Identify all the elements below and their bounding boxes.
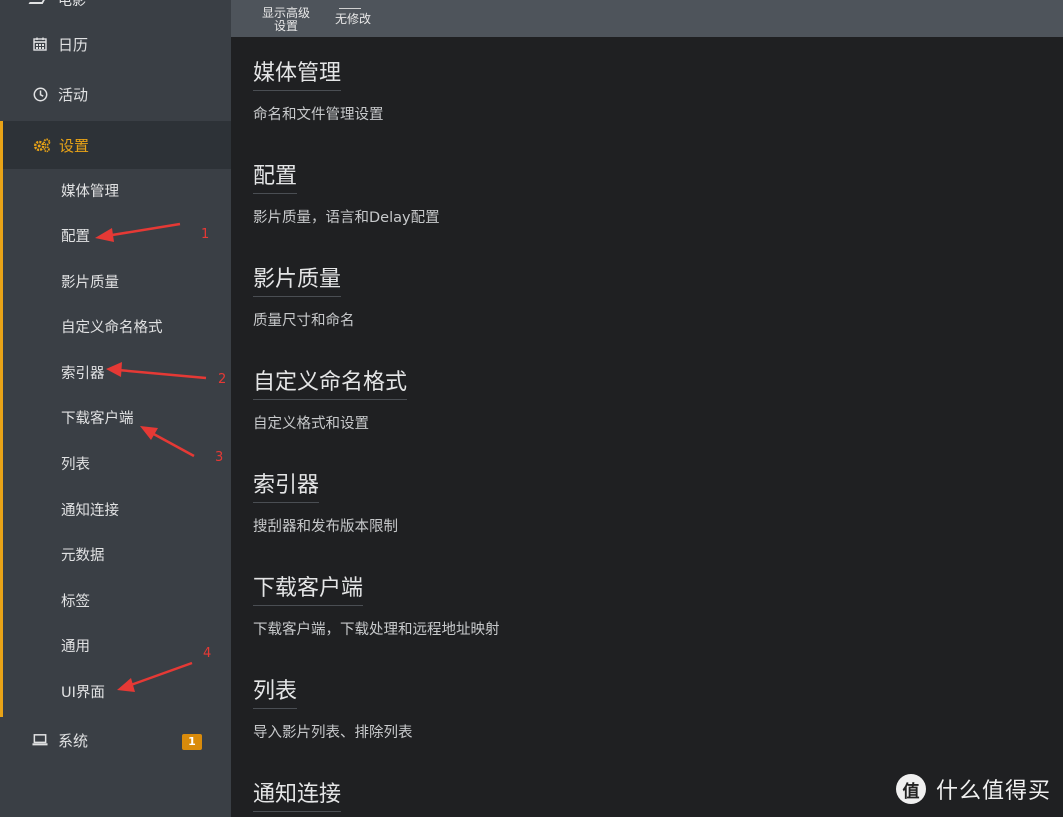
sidebar-item-activity[interactable]: 活动	[0, 70, 231, 118]
show-advanced-label-line2: 设置	[273, 19, 298, 33]
section-description: 搜刮器和发布版本限制	[253, 519, 398, 535]
sidebar-subitem-quality[interactable]: 影片质量	[61, 271, 119, 295]
sidebar-subitem-media-management[interactable]: 媒体管理	[61, 180, 119, 204]
settings-section: 自定义命名格式 自定义格式和设置	[253, 369, 953, 433]
sidebar-item-label: 日历	[58, 35, 89, 54]
settings-group: 设置 媒体管理 配置 影片质量 自定义命名格式 索引器 下载客户端 列表 通知连…	[0, 121, 231, 717]
section-title-link[interactable]: 配置	[253, 163, 298, 194]
section-description: 质量尺寸和命名	[253, 313, 355, 329]
sidebar-item-settings[interactable]: 设置	[0, 121, 231, 169]
toolbar: 显示高级 设置 无修改	[231, 0, 1063, 37]
watermark: 值 什么值得买	[895, 773, 1051, 805]
section-description: 导入影片列表、排除列表	[253, 725, 413, 741]
settings-section: 下载客户端 下载客户端，下载处理和远程地址映射	[253, 575, 953, 639]
show-advanced-button[interactable]: 显示高级 设置	[257, 7, 315, 44]
film-icon	[28, 0, 50, 4]
section-title-link[interactable]: 索引器	[253, 472, 320, 503]
annotation-number: 4	[203, 646, 212, 661]
watermark-text: 什么值得买	[935, 779, 1051, 804]
save-icon	[339, 4, 361, 9]
sidebar-subitem-metadata[interactable]: 元数据	[61, 544, 105, 568]
sidebar-subitem-indexers[interactable]: 索引器	[61, 362, 105, 386]
section-title-link[interactable]: 通知连接	[253, 781, 342, 812]
sidebar-item-label: 系统	[58, 731, 89, 750]
sidebar-subitem-custom-formats[interactable]: 自定义命名格式	[61, 316, 163, 340]
settings-section: 影片质量 质量尺寸和命名	[253, 266, 953, 330]
sidebar-item-label: 活动	[58, 85, 89, 104]
settings-section: 媒体管理 命名和文件管理设置	[253, 60, 953, 124]
section-title-link[interactable]: 下载客户端	[253, 575, 364, 606]
annotation-number: 1	[201, 227, 210, 242]
settings-section: 列表 导入影片列表、排除列表	[253, 678, 953, 742]
settings-section: 通知连接	[253, 781, 953, 812]
section-title-link[interactable]: 影片质量	[253, 266, 342, 297]
sidebar-subitem-tags[interactable]: 标签	[61, 590, 90, 614]
laptop-icon	[32, 732, 48, 748]
sidebar-subitem-connect[interactable]: 通知连接	[61, 499, 119, 523]
annotation-number: 3	[215, 450, 224, 465]
sidebar: 电影 日历 活动 设置 媒体管理 配置 影片质量 自定义命名格式 索引器 下载客…	[0, 0, 231, 817]
section-description: 影片质量，语言和Delay配置	[253, 210, 440, 226]
section-title-link[interactable]: 自定义命名格式	[253, 369, 408, 400]
section-description: 下载客户端，下载处理和远程地址映射	[253, 622, 500, 638]
clock-icon	[32, 86, 48, 102]
sidebar-item-calendar[interactable]: 日历	[0, 20, 231, 68]
sidebar-item-movies-partial[interactable]: 电影	[0, 0, 231, 9]
sidebar-subitem-ui[interactable]: UI界面	[61, 681, 105, 705]
section-title-link[interactable]: 媒体管理	[253, 60, 342, 91]
section-title-link[interactable]: 列表	[253, 678, 298, 709]
no-changes-label: 无修改	[334, 12, 371, 26]
calendar-icon	[32, 36, 48, 52]
sidebar-subitem-general[interactable]: 通用	[61, 635, 90, 659]
status-badge: 1	[182, 734, 202, 750]
section-description: 自定义格式和设置	[253, 416, 369, 432]
sidebar-subitem-download-clients[interactable]: 下载客户端	[61, 407, 134, 431]
settings-section: 配置 影片质量，语言和Delay配置	[253, 163, 953, 227]
sidebar-subitem-profiles[interactable]: 配置	[61, 225, 90, 249]
annotation-number: 2	[218, 372, 227, 387]
sidebar-subitem-lists[interactable]: 列表	[61, 453, 90, 477]
gears-icon	[33, 137, 51, 153]
section-description: 命名和文件管理设置	[253, 107, 384, 123]
sidebar-item-label: 设置	[59, 136, 90, 155]
watermark-logo: 值	[895, 774, 926, 804]
save-no-changes-button[interactable]: 无修改	[329, 8, 377, 50]
sidebar-item-label: 电影	[58, 0, 86, 9]
settings-section: 索引器 搜刮器和发布版本限制	[253, 472, 953, 536]
